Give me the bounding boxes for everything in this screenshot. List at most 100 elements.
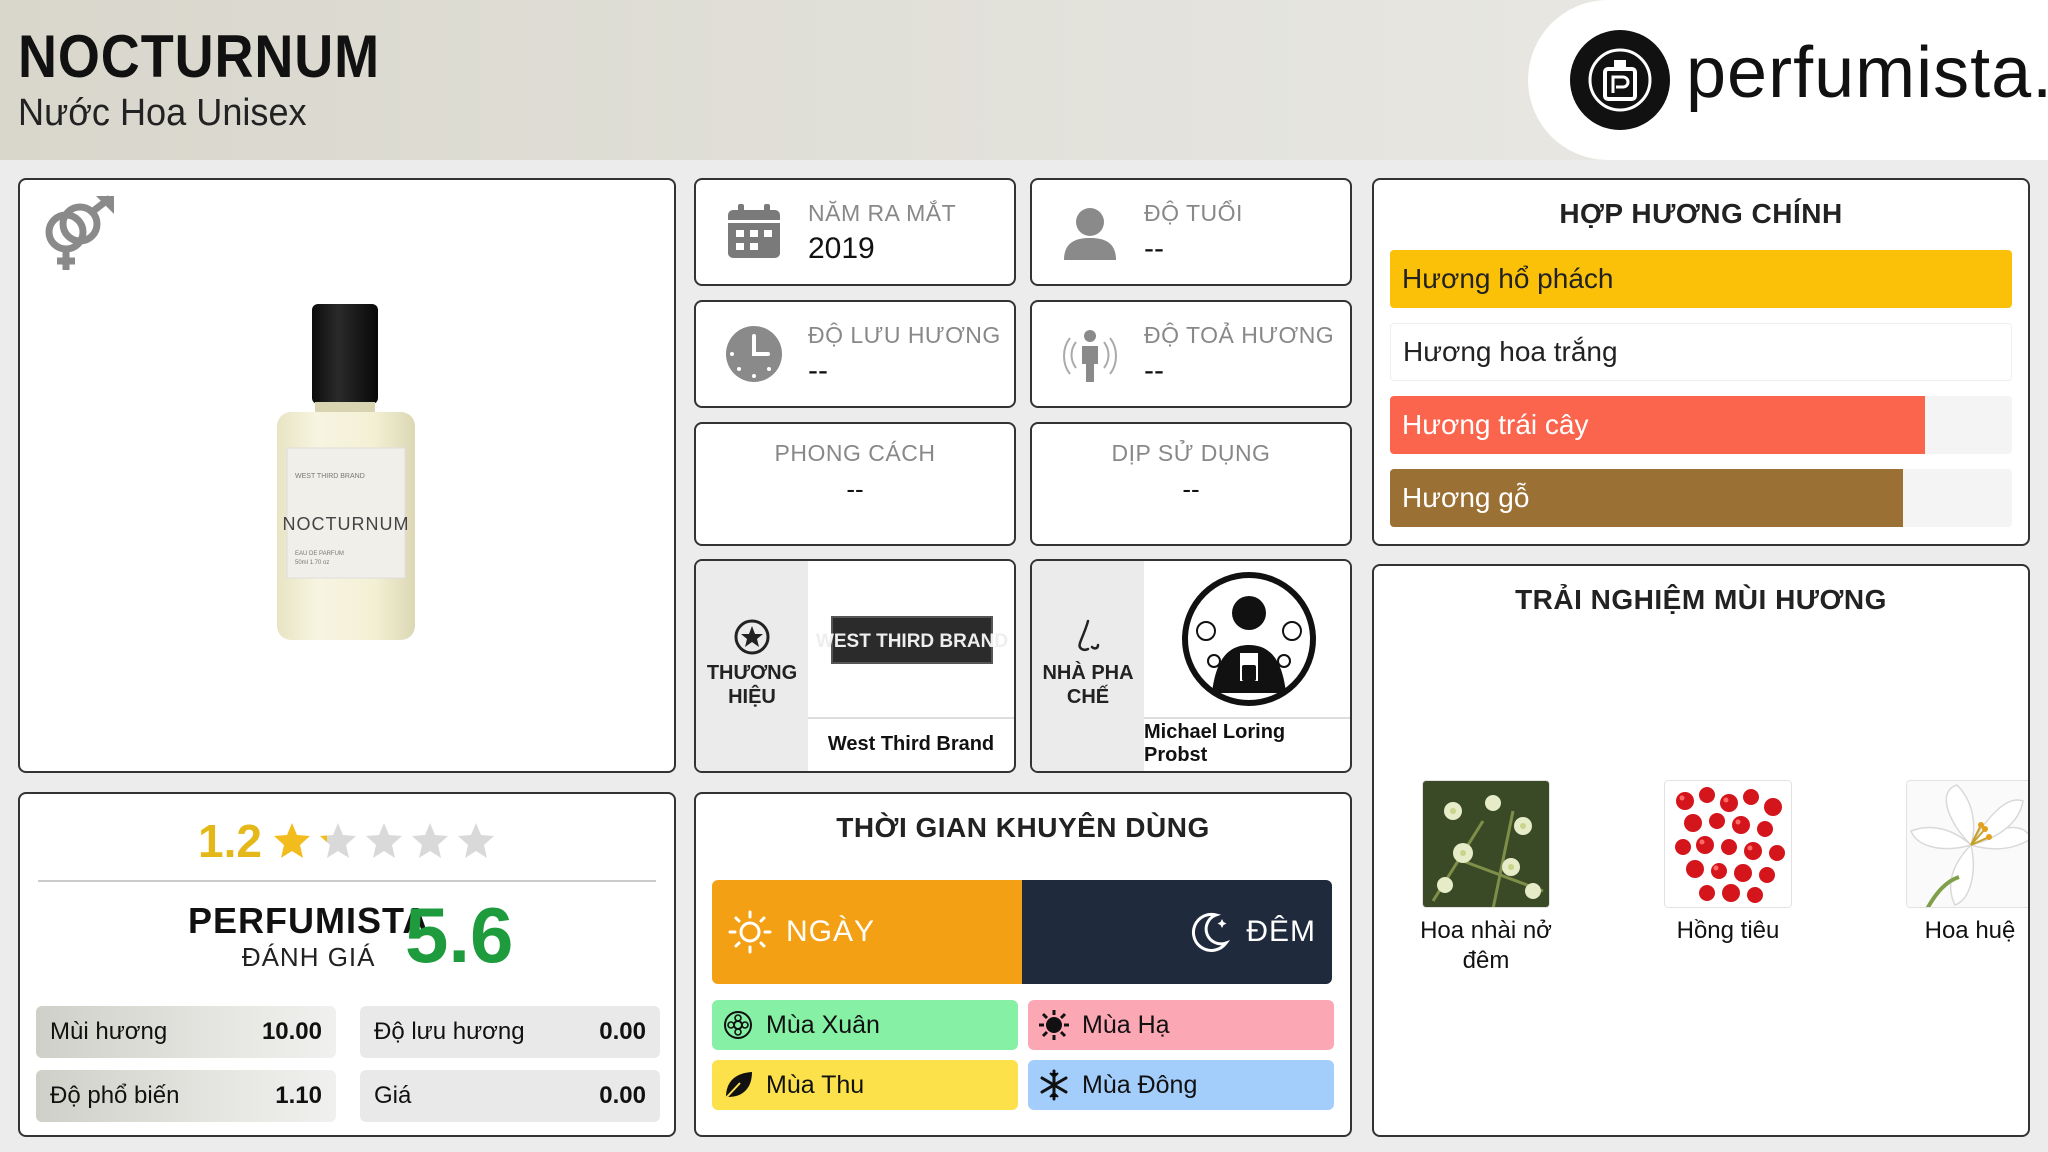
season-autumn: Mùa Thu bbox=[712, 1060, 1018, 1110]
leaf-icon bbox=[724, 1072, 752, 1100]
occasion-card: DỊP SỬ DỤNG -- bbox=[1030, 422, 1352, 546]
metric-label: Mùi hương bbox=[50, 1018, 168, 1045]
metric-scent: Mùi hương 10.00 bbox=[36, 1006, 336, 1058]
pink-pepper-image bbox=[1664, 780, 1792, 908]
divider bbox=[38, 880, 656, 882]
info-label: DỊP SỬ DỤNG bbox=[1111, 440, 1271, 466]
metric-value: 1.10 bbox=[275, 1082, 322, 1109]
metric-price: Giá 0.00 bbox=[360, 1070, 660, 1122]
perfumer-card[interactable]: NHÀ PHA CHẾ Michael Loring Probst bbox=[1030, 559, 1352, 773]
main-accords-card: HỢP HƯƠNG CHÍNH Hương hổ phách Hương hoa… bbox=[1372, 178, 2030, 546]
metric-label: Giá bbox=[374, 1082, 412, 1109]
sun-filled-icon bbox=[1039, 1010, 1069, 1040]
note-label: Hồng tiêu bbox=[1676, 917, 1780, 944]
day-segment: NGÀY bbox=[712, 880, 1022, 984]
bottle-size-text: 50ml 1.70 oz bbox=[295, 560, 329, 566]
note-item[interactable]: Hồng tiêu bbox=[1638, 780, 1818, 946]
rating-label: ĐÁNH GIÁ bbox=[241, 942, 376, 972]
note-label: Hoa huệ bbox=[1924, 917, 2016, 944]
perfumer-side: NHÀ PHA CHẾ bbox=[1032, 561, 1144, 771]
logo-text: perfumista.vn bbox=[1686, 33, 2048, 113]
bottle-sub-text: EAU DE PARFUM bbox=[295, 551, 344, 557]
timing-title: THỜI GIAN KHUYÊN DÙNG bbox=[836, 812, 1210, 843]
sillage-person-icon bbox=[1063, 330, 1117, 382]
note-label: Hoa nhài nở đêm bbox=[1420, 917, 1552, 974]
accord-label: Hương trái cây bbox=[1402, 409, 1589, 440]
launch-year-card: NĂM RA MẮT 2019 bbox=[694, 178, 1016, 286]
info-label: ĐỘ TUỔI bbox=[1144, 200, 1243, 226]
info-label: ĐỘ LƯU HƯƠNG bbox=[808, 322, 1001, 348]
star-icon bbox=[273, 823, 310, 858]
recommended-time-card: THỜI GIAN KHUYÊN DÙNG NGÀY ĐÊM Mùa Xuân … bbox=[694, 792, 1352, 1137]
brand-logo-image: WEST THIRD BRAND bbox=[808, 561, 1014, 715]
bottle-brand-text: WEST THIRD BRAND bbox=[295, 473, 365, 480]
info-label: ĐỘ TOẢ HƯƠNG bbox=[1144, 322, 1335, 348]
flower-icon bbox=[724, 1011, 752, 1039]
accords-title: HỢP HƯƠNG CHÍNH bbox=[1559, 198, 1843, 229]
longevity-card: ĐỘ LƯU HƯƠNG -- bbox=[694, 300, 1016, 408]
snowflake-icon bbox=[1040, 1069, 1068, 1101]
clock-icon bbox=[726, 326, 782, 382]
scent-notes-card: TRẢI NGHIỆM MÙI HƯƠNG Hoa nhài nở đêm Hồ… bbox=[1372, 564, 2030, 1137]
season-label: Mùa Xuân bbox=[766, 1010, 880, 1039]
season-summer: Mùa Hạ bbox=[1028, 1000, 1334, 1050]
metric-label: Độ lưu hương bbox=[374, 1018, 525, 1045]
info-label: PHONG CÁCH bbox=[774, 440, 936, 466]
star-icon bbox=[457, 823, 494, 858]
metric-value: 0.00 bbox=[599, 1018, 646, 1045]
season-spring: Mùa Xuân bbox=[712, 1000, 1018, 1050]
age-card: ĐỘ TUỔI -- bbox=[1030, 178, 1352, 286]
accord-bar: Hương hoa trắng bbox=[1390, 323, 2012, 381]
moon-icon bbox=[1192, 912, 1231, 952]
lily-flower-image bbox=[1906, 780, 2028, 908]
rating-card: 1.2 PERFUMISTA ĐÁNH GIÁ 5.6 Mùi hương 10… bbox=[18, 792, 676, 1137]
unisex-gender-icon bbox=[45, 195, 114, 270]
brand-label: THƯƠNG HIỆU bbox=[706, 662, 798, 708]
metric-value: 0.00 bbox=[599, 1082, 646, 1109]
note-item[interactable]: Hoa nhài nở đêm bbox=[1396, 780, 1576, 976]
perfume-bottle-logo-icon bbox=[1570, 30, 1670, 130]
user-rating: 1.2 bbox=[20, 814, 674, 868]
metric-value: 10.00 bbox=[261, 1018, 322, 1045]
sun-icon bbox=[728, 910, 772, 954]
info-value: -- bbox=[846, 474, 864, 504]
info-label: NĂM RA MẮT bbox=[808, 200, 957, 226]
star-badge-icon bbox=[734, 619, 770, 655]
notes-title: TRẢI NGHIỆM MÙI HƯƠNG bbox=[1515, 584, 1887, 615]
star-icon bbox=[411, 823, 448, 858]
calendar-icon bbox=[728, 204, 780, 258]
accord-label: Hương hoa trắng bbox=[1403, 336, 1618, 367]
accord-bar: Hương gỗ bbox=[1390, 469, 2012, 527]
header: NOCTURNUM Nước Hoa Unisex perfumista.vn bbox=[0, 0, 2048, 160]
brand-side: THƯƠNG HIỆU bbox=[696, 561, 808, 771]
season-label: Mùa Thu bbox=[766, 1070, 865, 1099]
accord-bar: Hương trái cây bbox=[1390, 396, 2012, 454]
metric-popularity: Độ phổ biến 1.10 bbox=[36, 1070, 336, 1122]
star-rating bbox=[272, 821, 496, 861]
sillage-card: ĐỘ TOẢ HƯƠNG -- bbox=[1030, 300, 1352, 408]
season-label: Mùa Hạ bbox=[1082, 1010, 1170, 1039]
metric-longevity: Độ lưu hương 0.00 bbox=[360, 1006, 660, 1058]
info-value: -- bbox=[1144, 232, 1164, 265]
page-subtitle: Nước Hoa Unisex bbox=[18, 92, 307, 134]
note-item[interactable]: Hoa huệ bbox=[1880, 780, 2028, 946]
accord-label: Hương gỗ bbox=[1402, 482, 1530, 513]
brand-name: West Third Brand bbox=[808, 717, 1014, 769]
bottle-name-text: NOCTURNUM bbox=[283, 514, 410, 534]
style-card: PHONG CÁCH -- bbox=[694, 422, 1016, 546]
perfume-bottle-image: WEST THIRD BRAND NOCTURNUM EAU DE PARFUM… bbox=[277, 304, 415, 640]
season-label: Mùa Đông bbox=[1082, 1070, 1198, 1099]
accord-bar: Hương hổ phách bbox=[1390, 250, 2012, 308]
user-icon bbox=[1064, 208, 1116, 260]
rating-value: 1.2 bbox=[198, 815, 262, 867]
jasmine-flower-image bbox=[1422, 780, 1550, 908]
info-value: -- bbox=[1144, 354, 1164, 387]
perfumer-avatar bbox=[1144, 561, 1350, 715]
star-icon bbox=[319, 823, 356, 858]
brand-card[interactable]: THƯƠNG HIỆU WEST THIRD BRAND West Third … bbox=[694, 559, 1016, 773]
season-winter: Mùa Đông bbox=[1028, 1060, 1334, 1110]
accord-label: Hương hổ phách bbox=[1402, 263, 1614, 294]
site-logo[interactable]: perfumista.vn bbox=[1528, 0, 2048, 160]
star-icon bbox=[365, 823, 402, 858]
metric-label: Độ phổ biến bbox=[50, 1082, 180, 1109]
